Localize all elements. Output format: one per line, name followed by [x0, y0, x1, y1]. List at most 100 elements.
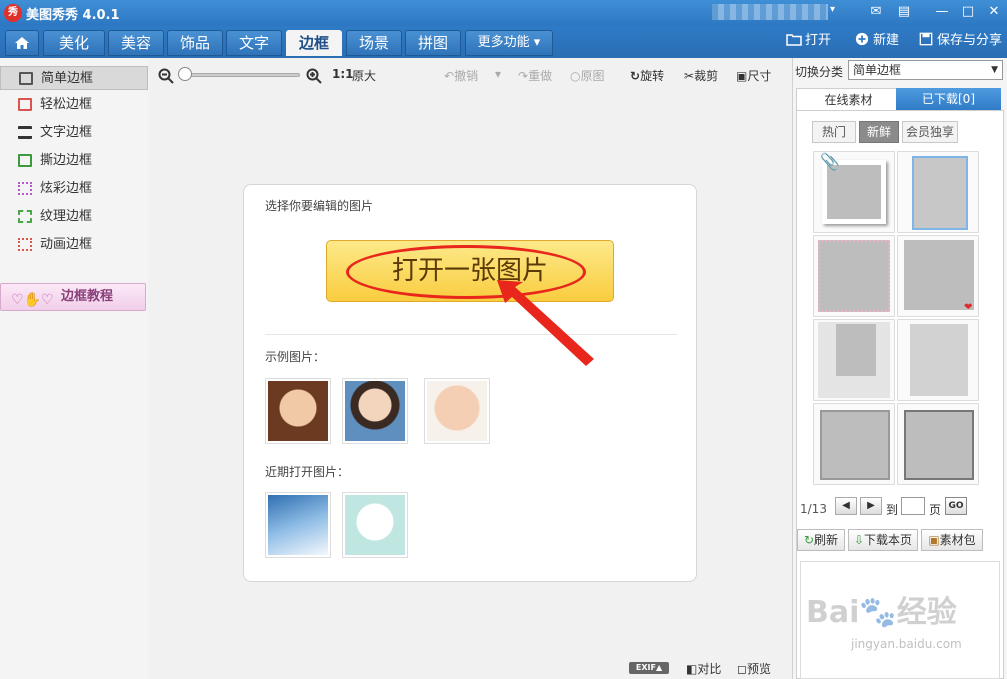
preview-button[interactable]: ◻预览 [737, 660, 771, 677]
save-share-button[interactable]: 保存与分享 [918, 32, 1002, 50]
actual-size-button[interactable]: 原大 [352, 67, 376, 84]
undo-label: 撤销 [454, 69, 479, 83]
sidebar-item-text-frame[interactable]: 文字边框 [0, 121, 148, 145]
sidebar-item-animated-frame[interactable]: 动画边框 [0, 233, 148, 257]
frame-thumb-5[interactable] [813, 319, 895, 401]
text-frame-icon [18, 126, 32, 139]
category-select[interactable]: 简单边框 ▼ [848, 60, 1003, 80]
sample-image-1[interactable] [265, 378, 331, 444]
refresh-icon: ↻ [803, 533, 815, 547]
home-tab[interactable] [5, 30, 39, 56]
rotate-button[interactable]: ↻旋转 [630, 67, 664, 84]
sidebar-item-label: 纹理边框 [40, 209, 93, 224]
recent-photo-cartoon [345, 495, 405, 555]
sidebar-item-simple-frame[interactable]: 简单边框 [0, 66, 148, 90]
sample-photo-woman-denim [345, 381, 405, 441]
package-icon: ▣ [928, 533, 940, 547]
frame-thumb-7[interactable] [813, 403, 895, 485]
resize-button[interactable]: ▣尺寸 [736, 67, 771, 84]
recent-image-1[interactable] [265, 492, 331, 558]
category-switch-label: 切换分类 [795, 65, 844, 79]
material-list: 热门 新鲜 会员独享 📎 ❤ 1/13 ◀ ▶ 到 页 GO ↻刷新 ⇩下载本页… [796, 110, 1004, 679]
filter-vip[interactable]: 会员独享 [902, 121, 958, 143]
zoom-slider-handle[interactable] [178, 67, 192, 81]
close-icon[interactable]: ✕ [984, 3, 1004, 21]
tab-retouch[interactable]: 美容 [108, 30, 164, 56]
torn-frame-icon [18, 154, 32, 167]
tab-text[interactable]: 文字 [226, 30, 282, 56]
frame-tutorial-label: 边框教程 [61, 289, 114, 304]
filter-new[interactable]: 新鲜 [859, 121, 899, 143]
open-image-button[interactable]: 打开一张图片 [326, 240, 614, 302]
tab-beautify[interactable]: 美化 [43, 30, 105, 56]
sidebar-item-easy-frame[interactable]: 轻松边框 [0, 93, 148, 117]
minimize-icon[interactable]: — [932, 3, 952, 21]
texture-frame-icon [18, 210, 32, 223]
new-file-button[interactable]: 新建 [854, 32, 899, 50]
frame-thumb-3[interactable] [813, 235, 895, 317]
home-icon [15, 37, 29, 49]
prev-page-button[interactable]: ◀ [835, 497, 857, 515]
frame-thumb-1[interactable]: 📎 [813, 151, 895, 233]
frame-tutorial-button[interactable]: ♡✋♡ 边框教程 [0, 283, 146, 311]
material-panel: 切换分类 简单边框 ▼ 在线素材 已下载[0] 热门 新鲜 会员独享 📎 ❤ 1… [792, 58, 1007, 679]
original-image-button[interactable]: ○原图 [570, 67, 605, 84]
resize-label: 尺寸 [747, 69, 772, 83]
tab-scenes[interactable]: 场景 [346, 30, 402, 56]
open-file-button[interactable]: 打开 [786, 32, 831, 50]
material-pack-button[interactable]: ▣素材包 [921, 529, 983, 551]
tab-accessories[interactable]: 饰品 [167, 30, 223, 56]
zoom-out-icon[interactable] [158, 68, 174, 84]
sidebar-item-label: 文字边框 [40, 125, 93, 140]
sidebar-item-colorful-frame[interactable]: 炫彩边框 [0, 177, 148, 201]
download-page-button[interactable]: ⇩下载本页 [848, 529, 918, 551]
tab-online-materials[interactable]: 在线素材 [796, 88, 901, 110]
download-icon: ⇩ [853, 533, 865, 547]
recent-image-2[interactable] [342, 492, 408, 558]
sidebar-item-texture-frame[interactable]: 纹理边框 [0, 205, 148, 229]
feedback-icon[interactable]: ✉ [866, 3, 886, 21]
go-button[interactable]: GO [945, 497, 967, 515]
resize-icon: ▣ [736, 69, 748, 83]
goto-page-input[interactable] [901, 497, 925, 515]
frame-thumb-6[interactable] [897, 319, 979, 401]
undo-button[interactable]: ↶撤销 [444, 67, 478, 84]
compare-button[interactable]: ◧对比 [686, 660, 721, 677]
plus-circle-icon [855, 32, 869, 46]
frame-thumb-8[interactable] [897, 403, 979, 485]
rotate-label: 旋转 [640, 69, 665, 83]
sidebar-item-torn-frame[interactable]: 撕边边框 [0, 149, 148, 173]
sidebar-item-label: 炫彩边框 [40, 181, 93, 196]
frame-thumb-2[interactable] [897, 151, 979, 233]
redo-button[interactable]: ↷重做 [518, 67, 552, 84]
easy-frame-icon [18, 98, 32, 111]
frame-preview-area: Bai🐾经验 jingyan.baidu.com [800, 561, 1000, 679]
tab-collage[interactable]: 拼图 [405, 30, 461, 56]
user-menu-caret-icon[interactable]: ▾ [830, 4, 835, 15]
user-account-area[interactable] [712, 4, 828, 20]
skin-icon[interactable]: ▤ [894, 3, 914, 21]
zoom-in-icon[interactable] [306, 68, 322, 84]
maximize-icon[interactable]: □ [958, 3, 978, 21]
actual-size-ratio[interactable]: 1:1 [332, 67, 354, 81]
refresh-button[interactable]: ↻刷新 [797, 529, 845, 551]
sample-image-3[interactable] [424, 378, 490, 444]
exif-toggle[interactable]: EXIF▲ [629, 662, 669, 674]
undo-icon: ↶ [444, 69, 455, 83]
next-page-button[interactable]: ▶ [860, 497, 882, 515]
tab-frames[interactable]: 边框 [286, 30, 342, 56]
panel-divider [265, 334, 677, 335]
frame-thumb-4[interactable]: ❤ [897, 235, 979, 317]
page-indicator: 1/13 [800, 502, 827, 516]
recent-images-label: 近期打开图片： [265, 465, 350, 479]
sample-image-2[interactable] [342, 378, 408, 444]
undo-history-dropdown-icon[interactable]: ▾ [495, 67, 501, 81]
tab-downloaded[interactable]: 已下载[0] [896, 88, 1001, 110]
filter-hot[interactable]: 热门 [812, 121, 856, 143]
frame-preview [912, 156, 968, 230]
crop-button[interactable]: ✂裁剪 [684, 67, 718, 84]
zoom-slider-track[interactable] [180, 73, 300, 77]
tab-more-features[interactable]: 更多功能 ▾ [465, 30, 553, 56]
new-file-label: 新建 [873, 33, 900, 48]
main-tab-bar: 美化 美容 饰品 文字 边框 场景 拼图 更多功能 ▾ 打开 新建 保存与分享 [0, 26, 1007, 58]
